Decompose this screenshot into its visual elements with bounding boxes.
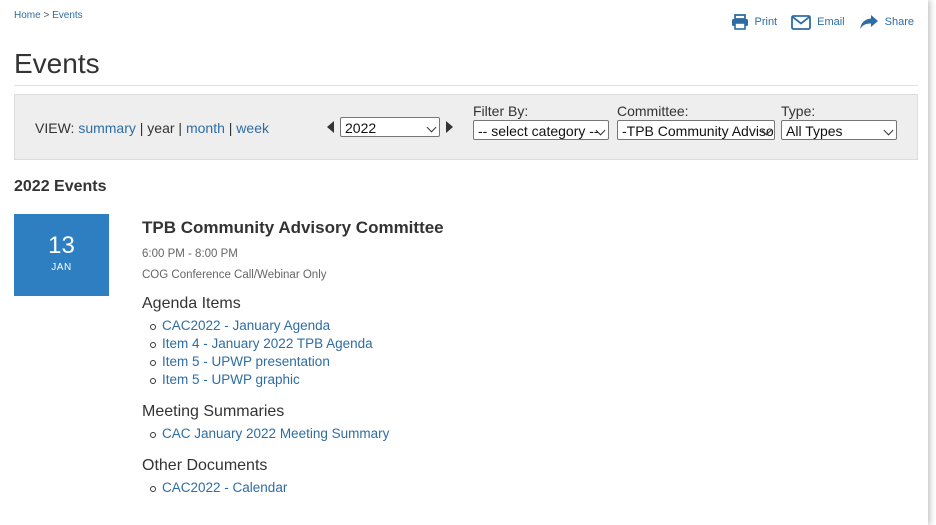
envelope-icon	[791, 14, 812, 30]
print-button[interactable]: Print	[731, 14, 778, 30]
category-select-value: -- select category --	[478, 123, 599, 139]
print-label: Print	[754, 16, 778, 28]
page-frame: Home > Events Print Email Share Events V…	[0, 0, 928, 525]
view-separator: |	[228, 120, 233, 136]
view-label: VIEW:	[35, 120, 75, 136]
filter-by-label: Filter By:	[473, 103, 529, 119]
year-select-value: 2022	[345, 120, 377, 136]
event-time: 6:00 PM - 8:00 PM	[142, 248, 238, 260]
other-documents-list: CAC2022 - Calendar	[142, 479, 842, 497]
filter-bar: VIEW: summary | year | month | week 2022…	[14, 94, 918, 160]
committee-group: Committee: -TPB Community Advisory Commi…	[617, 104, 775, 140]
view-week-link[interactable]: week	[236, 120, 269, 136]
share-arrow-icon	[859, 15, 878, 29]
email-label: Email	[817, 16, 845, 28]
category-select[interactable]: -- select category --	[473, 120, 609, 140]
type-label: Type:	[781, 103, 816, 119]
type-select-value: All Types	[786, 123, 843, 139]
year-select[interactable]: 2022	[340, 117, 440, 137]
agenda-item-link[interactable]: Item 5 - UPWP graphic	[150, 371, 842, 389]
other-documents-heading: Other Documents	[142, 457, 268, 474]
agenda-item-link[interactable]: Item 5 - UPWP presentation	[150, 353, 842, 371]
event-month: JAN	[51, 262, 72, 273]
filter-by-group: Filter By: -- select category --	[473, 104, 609, 140]
event-day: 13	[48, 232, 75, 259]
committee-label: Committee:	[617, 103, 689, 119]
other-document-link[interactable]: CAC2022 - Calendar	[150, 479, 842, 497]
agenda-item-link[interactable]: Item 4 - January 2022 TPB Agenda	[150, 335, 842, 353]
chevron-down-icon	[883, 125, 894, 136]
email-button[interactable]: Email	[791, 14, 845, 30]
event-location: COG Conference Call/Webinar Only	[142, 269, 327, 281]
type-select[interactable]: All Types	[781, 120, 897, 140]
year-control: 2022	[327, 117, 453, 137]
page-toolbar: Print Email Share	[731, 14, 914, 30]
breadcrumb-separator: >	[43, 10, 50, 21]
type-group: Type: All Types	[781, 104, 897, 140]
next-year-arrow-icon[interactable]	[446, 121, 453, 133]
agenda-items-list: CAC2022 - January Agenda Item 4 - Januar…	[142, 317, 842, 389]
event-details: TPB Community Advisory Committee 6:00 PM…	[142, 218, 842, 497]
view-switcher: VIEW: summary | year | month | week	[35, 120, 269, 136]
breadcrumb-events-link[interactable]: Events	[52, 10, 83, 21]
view-month-link[interactable]: month	[186, 120, 225, 136]
previous-year-arrow-icon[interactable]	[327, 121, 334, 133]
meeting-summary-link[interactable]: CAC January 2022 Meeting Summary	[150, 425, 842, 443]
meeting-summaries-list: CAC January 2022 Meeting Summary	[142, 425, 842, 443]
share-button[interactable]: Share	[859, 14, 914, 30]
view-separator: |	[139, 120, 144, 136]
view-summary-link[interactable]: summary	[78, 120, 136, 136]
meeting-summaries-heading: Meeting Summaries	[142, 403, 285, 420]
events-year-heading: 2022 Events	[14, 178, 107, 195]
page-title: Events	[14, 48, 100, 79]
agenda-item-link[interactable]: CAC2022 - January Agenda	[150, 317, 842, 335]
agenda-items-heading: Agenda Items	[142, 295, 241, 312]
share-label: Share	[884, 16, 914, 28]
printer-icon	[731, 14, 748, 30]
chevron-down-icon	[426, 122, 437, 133]
view-year-current: year	[147, 120, 175, 136]
committee-select[interactable]: -TPB Community Advisory Committee	[617, 120, 775, 140]
breadcrumb: Home > Events	[14, 10, 83, 21]
view-separator: |	[178, 120, 183, 136]
event-title: TPB Community Advisory Committee	[142, 218, 444, 237]
committee-select-value: -TPB Community Advisory Committee	[622, 123, 774, 139]
breadcrumb-home-link[interactable]: Home	[14, 10, 41, 21]
title-divider	[14, 85, 918, 86]
event-date-badge: 13 JAN	[14, 214, 109, 296]
